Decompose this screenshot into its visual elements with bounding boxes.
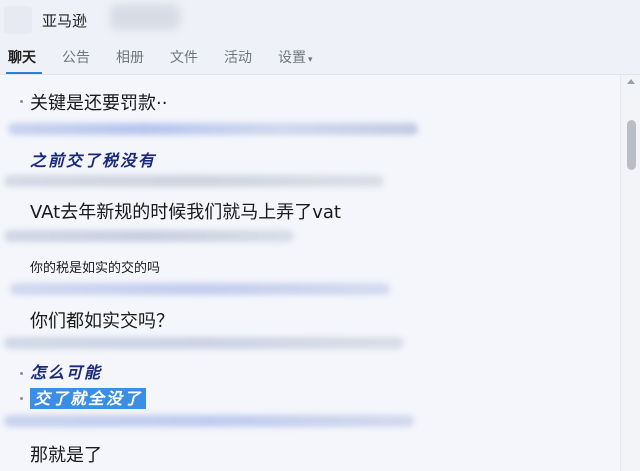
tab-announcements[interactable]: 公告: [62, 47, 90, 67]
redacted-sender-line: [4, 337, 404, 349]
chat-message: 之前交了税没有: [30, 151, 157, 170]
chat-message: 你的税是如实的交的吗: [30, 261, 161, 276]
redacted-sender-line: [8, 123, 418, 135]
redacted-header-info: [110, 4, 180, 30]
chat-message-highlighted: 交了就全没了: [30, 385, 147, 409]
tab-chat[interactable]: 聊天: [8, 47, 36, 67]
tab-activities[interactable]: 活动: [224, 47, 252, 67]
chat-message: 那就是了: [30, 445, 102, 466]
bullet-dot-icon: [20, 372, 23, 375]
chat-message: 怎么可能: [30, 363, 103, 382]
tab-album[interactable]: 相册: [116, 47, 144, 67]
tab-bar: 聊天 公告 相册 文件 活动 设置 ▾: [0, 40, 640, 75]
chat-message: 关键是还要罚款··: [30, 93, 168, 114]
chat-message: 你们都如实交吗？: [30, 311, 174, 332]
group-avatar[interactable]: [4, 6, 32, 34]
tab-settings[interactable]: 设置 ▾: [278, 47, 313, 67]
tab-settings-label: 设置: [278, 50, 306, 66]
vertical-scrollbar[interactable]: [620, 75, 640, 471]
bullet-dot-icon: [20, 397, 23, 400]
redacted-sender-line: [4, 230, 294, 242]
redacted-sender-line: [10, 283, 390, 295]
scroll-up-arrow-icon[interactable]: [627, 79, 635, 84]
chevron-down-icon: ▾: [308, 55, 313, 65]
scrollbar-thumb[interactable]: [627, 120, 636, 170]
chat-message: VAt去年新规的时候我们就马上弄了vat: [30, 202, 341, 223]
selected-text: 交了就全没了: [30, 388, 147, 409]
tab-files[interactable]: 文件: [170, 47, 198, 67]
redacted-sender-line: [4, 175, 384, 187]
bullet-dot-icon: [20, 100, 23, 103]
chat-header: 亚马逊: [0, 0, 640, 40]
group-title: 亚马逊: [42, 12, 88, 30]
active-tab-indicator: [6, 72, 42, 74]
redacted-sender-line: [4, 415, 414, 427]
chat-message-area[interactable]: 关键是还要罚款·· 之前交了税没有 VAt去年新规的时候我们就马上弄了vat 你…: [0, 75, 620, 471]
